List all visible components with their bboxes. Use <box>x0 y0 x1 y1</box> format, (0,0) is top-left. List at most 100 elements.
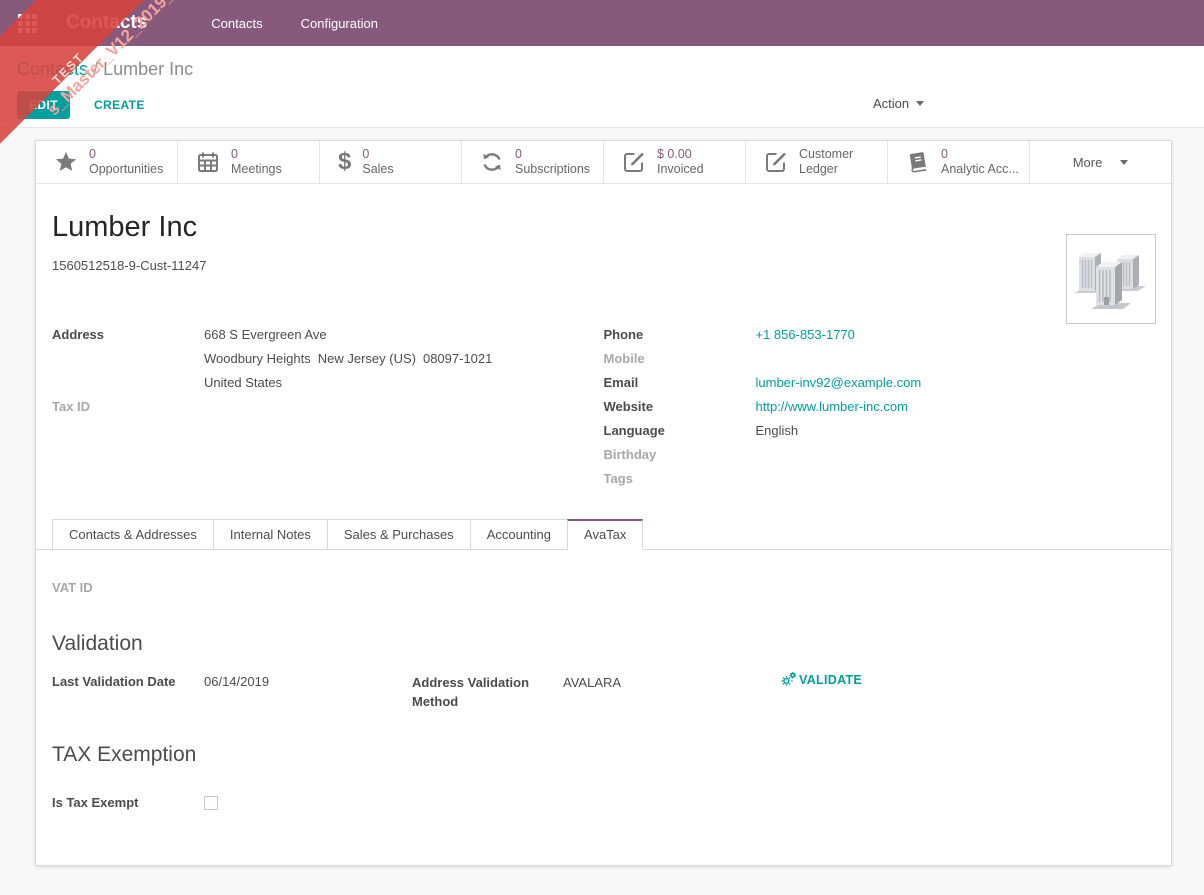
action-dropdown[interactable]: Action <box>873 96 924 111</box>
stat-label: Meetings <box>231 162 282 177</box>
last-validation-value: 06/14/2019 <box>204 670 269 711</box>
website-link[interactable]: http://www.lumber-inc.com <box>756 395 908 419</box>
field-email: Email lumber-inv92@example.com <box>604 371 1156 395</box>
tags-label: Tags <box>604 467 756 491</box>
create-button[interactable]: CREATE <box>88 97 151 113</box>
website-label: Website <box>604 395 756 419</box>
more-label: More <box>1073 155 1103 170</box>
stat-value: 0 <box>941 147 1019 162</box>
action-label: Action <box>873 96 909 111</box>
dollar-icon: $ <box>338 150 351 174</box>
record-body: Lumber Inc 1560512518-9-Cust-11247 <box>36 210 1171 815</box>
tab-contacts-addresses[interactable]: Contacts & Addresses <box>52 519 214 550</box>
field-language: Language English <box>604 419 1156 443</box>
refresh-icon <box>480 150 504 174</box>
calendar-icon <box>196 150 220 174</box>
stat-sales[interactable]: $ 0 Sales <box>320 141 462 183</box>
field-address: Address 668 S Evergreen Ave Woodbury Hei… <box>52 323 604 395</box>
phone-link[interactable]: +1 856-853-1770 <box>756 323 855 347</box>
apps-grid-icon <box>18 14 37 33</box>
notebook-tabs: Contacts & Addresses Internal Notes Sale… <box>36 519 1171 550</box>
field-tags: Tags <box>604 467 1156 491</box>
tab-accounting[interactable]: Accounting <box>470 519 568 550</box>
stat-meetings[interactable]: 0 Meetings <box>178 141 320 183</box>
stat-customer-ledger[interactable]: Customer Ledger <box>746 141 888 183</box>
cogs-icon <box>780 671 797 688</box>
field-is-tax-exempt: Is Tax Exempt <box>52 791 1155 815</box>
pencil-square-icon <box>764 150 788 174</box>
app-title: Contacts <box>66 12 147 34</box>
field-last-validation-date: Last Validation Date 06/14/2019 <box>52 670 412 711</box>
address-state: New Jersey (US) <box>318 351 416 366</box>
validate-label: VALIDATE <box>799 673 862 687</box>
validation-section-title: Validation <box>52 632 1155 656</box>
address-street: 668 S Evergreen Ave <box>204 323 492 347</box>
stat-analytic-accounts[interactable]: 0 Analytic Acc... <box>888 141 1030 183</box>
record-title: Lumber Inc <box>52 210 1155 244</box>
address-validation-label: Address Validation Method <box>412 670 563 711</box>
email-label: Email <box>604 371 756 395</box>
address-zip: 08097-1021 <box>423 351 492 366</box>
stat-value: 0 <box>362 147 393 162</box>
stat-label: Analytic Acc... <box>941 162 1019 177</box>
menu-configuration[interactable]: Configuration <box>301 16 378 31</box>
tab-avatax[interactable]: AvaTax <box>567 519 643 550</box>
address-city: Woodbury Heights <box>204 351 311 366</box>
stat-label: Customer Ledger <box>799 147 887 177</box>
stat-invoiced[interactable]: $ 0.00 Invoiced <box>604 141 746 183</box>
caret-down-icon <box>1120 160 1128 169</box>
apps-menu-button[interactable] <box>18 14 37 33</box>
address-city-line: Woodbury Heights New Jersey (US) 08097-102… <box>204 347 492 371</box>
tax-exemption-section-title: TAX Exemption <box>52 743 1155 767</box>
validation-row: Last Validation Date 06/14/2019 Address … <box>52 670 1155 711</box>
field-birthday: Birthday <box>604 443 1156 467</box>
breadcrumb: Contacts / Lumber Inc <box>17 59 1204 80</box>
stat-value: 0 <box>231 147 282 162</box>
tab-internal-notes[interactable]: Internal Notes <box>213 519 328 550</box>
mobile-label: Mobile <box>604 347 756 371</box>
breadcrumb-current: Lumber Inc <box>103 59 193 79</box>
stat-label: Invoiced <box>657 162 704 177</box>
stat-label: Opportunities <box>89 162 163 177</box>
field-column-left: Address 668 S Evergreen Ave Woodbury Hei… <box>52 323 604 491</box>
phone-label: Phone <box>604 323 756 347</box>
address-country: United States <box>204 371 492 395</box>
field-tax-id: Tax ID <box>52 395 604 419</box>
stat-opportunities[interactable]: 0 Opportunities <box>36 141 178 183</box>
stat-subscriptions[interactable]: 0 Subscriptions <box>462 141 604 183</box>
star-icon <box>54 150 78 174</box>
edit-button[interactable]: EDIT <box>17 91 70 119</box>
email-link[interactable]: lumber-inv92@example.com <box>756 371 922 395</box>
menu-contacts[interactable]: Contacts <box>211 16 262 31</box>
is-tax-exempt-checkbox[interactable] <box>204 796 218 810</box>
field-column-right: Phone +1 856-853-1770 Mobile Email lumbe… <box>604 323 1156 491</box>
tab-sales-purchases[interactable]: Sales & Purchases <box>327 519 471 550</box>
stat-more-dropdown[interactable]: More <box>1030 141 1171 183</box>
top-menu: Contacts Configuration <box>211 16 378 31</box>
field-grid: Address 668 S Evergreen Ave Woodbury Hei… <box>52 323 1155 491</box>
caret-down-icon <box>916 101 924 110</box>
book-icon <box>906 150 930 174</box>
avatax-pane: VAT ID Validation Last Validation Date 0… <box>36 576 1171 815</box>
address-value: 668 S Evergreen Ave Woodbury Heights New … <box>204 323 492 395</box>
form-sheet: 0 Opportunities 0 Meetings $ 0 Sales <box>35 140 1172 866</box>
stat-button-bar: 0 Opportunities 0 Meetings $ 0 Sales <box>36 141 1171 184</box>
validate-button[interactable]: VALIDATE <box>780 671 862 688</box>
breadcrumb-contacts[interactable]: Contacts <box>17 59 88 79</box>
field-website: Website http://www.lumber-inc.com <box>604 395 1156 419</box>
stat-value: 0 <box>89 147 163 162</box>
stat-label: Sales <box>362 162 393 177</box>
stat-value: $ 0.00 <box>657 147 704 162</box>
is-tax-exempt-label: Is Tax Exempt <box>52 791 204 815</box>
field-phone: Phone +1 856-853-1770 <box>604 323 1156 347</box>
field-mobile: Mobile <box>604 347 1156 371</box>
language-value: English <box>756 419 799 443</box>
tax-id-label: Tax ID <box>52 395 204 419</box>
control-panel: Contacts / Lumber Inc EDIT CREATE Action <box>0 46 1204 128</box>
company-avatar <box>1066 234 1156 324</box>
address-label: Address <box>52 323 204 347</box>
buildings-image <box>1071 239 1151 319</box>
top-navbar: Contacts Contacts Configuration <box>0 0 1204 46</box>
last-validation-label: Last Validation Date <box>52 670 204 711</box>
field-vat-id: VAT ID <box>52 576 1155 600</box>
